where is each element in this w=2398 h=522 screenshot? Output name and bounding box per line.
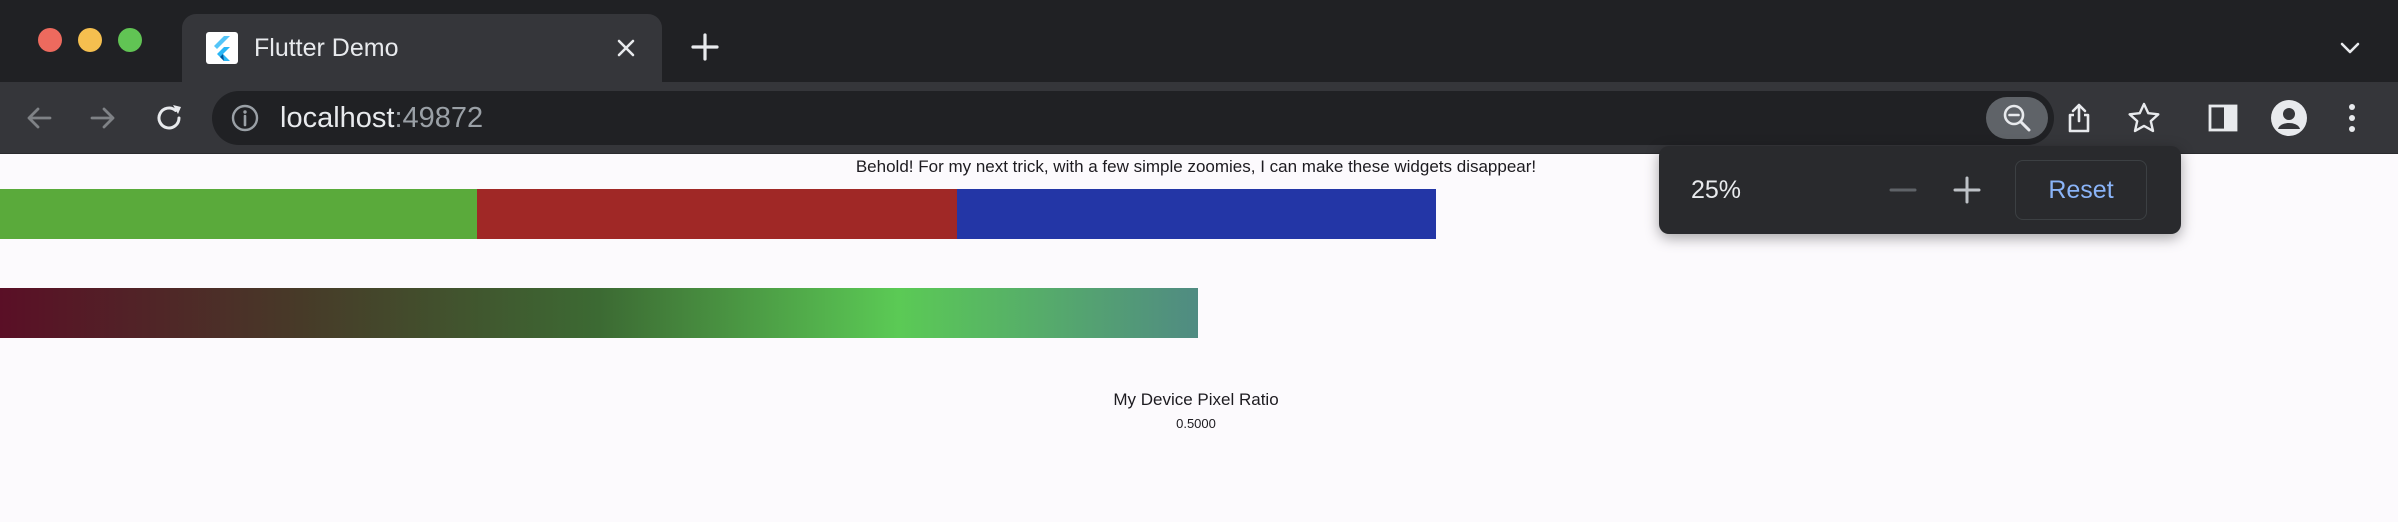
share-icon[interactable] [2062,101,2096,135]
window-close-button[interactable] [38,28,62,52]
zoom-indicator-button[interactable] [1986,97,2048,139]
color-bar-green [0,189,477,239]
url-text: localhost:49872 [280,101,483,135]
zoom-in-button[interactable] [1951,174,1983,206]
tab-flutter-demo[interactable]: Flutter Demo [182,14,662,82]
reload-icon[interactable] [152,101,186,135]
side-panel-icon[interactable] [2206,101,2240,135]
url-host: localhost [280,102,395,134]
browser-toolbar: localhost:49872 [0,82,2398,154]
device-pixel-ratio-label: My Device Pixel Ratio [1113,390,1279,409]
star-icon[interactable] [2127,101,2161,135]
plus-icon[interactable] [690,32,720,62]
minus-icon [1889,188,1917,192]
color-bar-red [477,189,957,239]
url-port: :49872 [394,102,484,134]
arrow-left-icon[interactable] [22,101,56,135]
window-maximize-button[interactable] [118,28,142,52]
zoom-popup: 25% Reset [1659,146,2181,234]
zoom-out-icon [2003,104,2031,132]
info-icon[interactable] [230,103,260,133]
zoom-level: 25% [1691,176,1742,204]
plus-icon [1953,176,1981,204]
close-icon[interactable] [614,36,638,60]
color-bar-blue [957,189,1436,239]
browser-tab-strip: Flutter Demo [0,0,2398,82]
color-bar-row [0,189,1436,239]
profile-icon[interactable] [2270,99,2308,137]
zoom-reset-button[interactable]: Reset [2015,160,2147,220]
gradient-bar [0,288,1198,338]
kebab-menu-icon[interactable] [2335,101,2369,135]
flutter-logo-icon [206,32,238,64]
window-minimize-button[interactable] [78,28,102,52]
arrow-right-icon[interactable] [86,101,120,135]
tab-title: Flutter Demo [254,34,399,62]
chevron-down-icon[interactable] [2338,36,2362,60]
zoom-out-button[interactable] [1887,174,1919,206]
address-bar[interactable]: localhost:49872 [212,91,2054,145]
device-pixel-ratio-value: 0.5000 [1176,416,1216,431]
